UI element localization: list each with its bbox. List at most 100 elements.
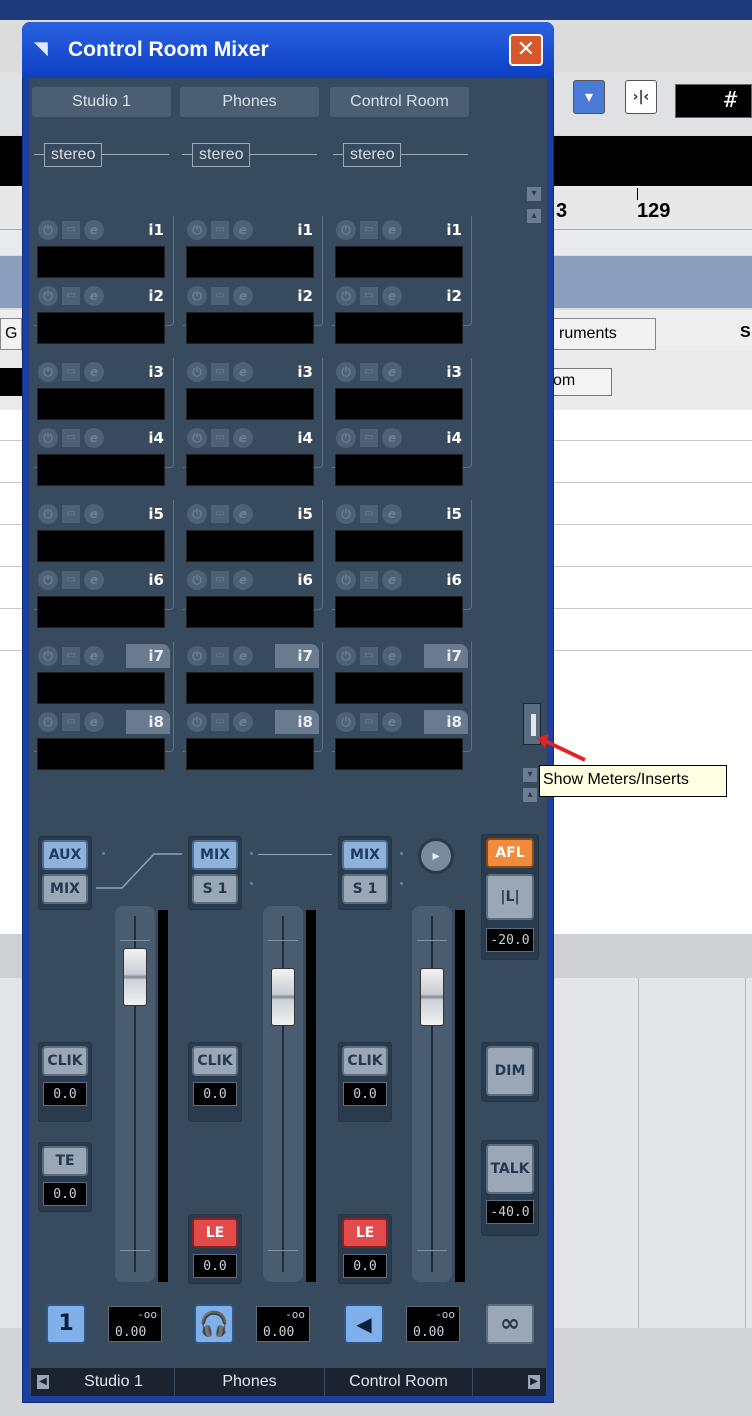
edit-icon[interactable]: e bbox=[84, 570, 104, 590]
edit-icon[interactable]: e bbox=[233, 362, 253, 382]
bypass-icon[interactable]: ▭ bbox=[360, 221, 378, 239]
listen-enable-button-control-room[interactable]: LE bbox=[342, 1218, 388, 1248]
bypass-icon[interactable]: ▭ bbox=[62, 571, 80, 589]
listen-enable-button-phones[interactable]: LE bbox=[192, 1218, 238, 1248]
clik-level-studio[interactable]: 0.0 bbox=[43, 1082, 87, 1106]
fader-knob-studio[interactable] bbox=[123, 948, 147, 1006]
toolbar-button-a[interactable]: ▾ bbox=[573, 80, 605, 114]
bypass-icon[interactable]: ▭ bbox=[211, 221, 229, 239]
te-button[interactable]: TE bbox=[42, 1146, 88, 1176]
insert-slot-3[interactable] bbox=[186, 388, 314, 420]
power-icon[interactable]: ⏻ bbox=[38, 286, 58, 306]
insert-slot-3[interactable] bbox=[37, 388, 165, 420]
speaker-icon[interactable]: ◀ bbox=[344, 1304, 384, 1344]
mix-button-control-room[interactable]: MIX bbox=[342, 840, 388, 870]
edit-icon[interactable]: e bbox=[382, 428, 402, 448]
talkback-button[interactable]: TALK bbox=[486, 1144, 534, 1194]
insert-slot-7[interactable] bbox=[37, 672, 165, 704]
power-icon[interactable]: ⏻ bbox=[336, 712, 356, 732]
insert-slot-4[interactable] bbox=[186, 454, 314, 486]
output-header-studio[interactable]: Studio 1 bbox=[32, 87, 171, 117]
background-button-om[interactable]: om bbox=[548, 368, 612, 396]
bypass-icon[interactable]: ▭ bbox=[211, 287, 229, 305]
power-icon[interactable]: ⏻ bbox=[38, 504, 58, 524]
edit-icon[interactable]: e bbox=[233, 646, 253, 666]
edit-icon[interactable]: e bbox=[382, 646, 402, 666]
insert-slot-6[interactable] bbox=[186, 596, 314, 628]
insert-slot-6[interactable] bbox=[37, 596, 165, 628]
clik-button-control-room[interactable]: CLIK bbox=[342, 1046, 388, 1076]
bypass-icon[interactable]: ▭ bbox=[360, 429, 378, 447]
edit-icon[interactable]: e bbox=[382, 504, 402, 524]
listen-level-control-room[interactable]: 0.0 bbox=[343, 1254, 387, 1278]
tab-instruments[interactable]: ruments bbox=[548, 318, 656, 350]
edit-icon[interactable]: e bbox=[233, 220, 253, 240]
bypass-icon[interactable]: ▭ bbox=[62, 363, 80, 381]
bypass-icon[interactable]: ▭ bbox=[360, 571, 378, 589]
bypass-icon[interactable]: ▭ bbox=[360, 647, 378, 665]
clik-level-control-room[interactable]: 0.0 bbox=[343, 1082, 387, 1106]
insert-slot-5[interactable] bbox=[37, 530, 165, 562]
bypass-icon[interactable]: ▭ bbox=[211, 363, 229, 381]
tab-right[interactable]: S bbox=[730, 318, 752, 350]
power-icon[interactable]: ⏻ bbox=[38, 570, 58, 590]
edit-icon[interactable]: e bbox=[382, 220, 402, 240]
power-icon[interactable]: ⏻ bbox=[187, 220, 207, 240]
fader-knob-phones[interactable] bbox=[271, 968, 295, 1026]
tab-left[interactable]: G bbox=[0, 318, 22, 350]
edit-icon[interactable]: e bbox=[233, 504, 253, 524]
insert-slot-3[interactable] bbox=[335, 388, 463, 420]
power-icon[interactable]: ⏻ bbox=[187, 504, 207, 524]
edit-icon[interactable]: e bbox=[84, 504, 104, 524]
bypass-icon[interactable]: ▭ bbox=[360, 287, 378, 305]
toolbar-button-b[interactable]: ›|‹ bbox=[625, 80, 657, 114]
insert-slot-5[interactable] bbox=[335, 530, 463, 562]
s1-button-phones[interactable]: S 1 bbox=[192, 874, 238, 904]
power-icon[interactable]: ⏻ bbox=[187, 712, 207, 732]
talkback-level[interactable]: -40.0 bbox=[486, 1200, 534, 1224]
power-icon[interactable]: ⏻ bbox=[38, 712, 58, 732]
bypass-icon[interactable]: ▭ bbox=[360, 713, 378, 731]
mix-button[interactable]: MIX bbox=[42, 874, 88, 904]
insert-slot-8[interactable] bbox=[37, 738, 165, 770]
bypass-icon[interactable]: ▭ bbox=[62, 429, 80, 447]
edit-icon[interactable]: e bbox=[233, 286, 253, 306]
bypass-icon[interactable]: ▭ bbox=[360, 363, 378, 381]
insert-slot-7[interactable] bbox=[186, 672, 314, 704]
bypass-icon[interactable]: ▭ bbox=[62, 287, 80, 305]
clik-level-phones[interactable]: 0.0 bbox=[193, 1082, 237, 1106]
insert-slot-5[interactable] bbox=[186, 530, 314, 562]
te-level[interactable]: 0.0 bbox=[43, 1182, 87, 1206]
scroll-down-arrow[interactable]: ▴ bbox=[527, 209, 541, 223]
insert-slot-2[interactable] bbox=[335, 312, 463, 344]
scroll-up-arrow-2[interactable]: ▴ bbox=[523, 788, 537, 802]
afl-level[interactable]: -20.0 bbox=[486, 928, 534, 952]
power-icon[interactable]: ⏻ bbox=[336, 220, 356, 240]
insert-slot-8[interactable] bbox=[335, 738, 463, 770]
edit-icon[interactable]: e bbox=[84, 362, 104, 382]
listen-level-phones[interactable]: 0.0 bbox=[193, 1254, 237, 1278]
power-icon[interactable]: ⏻ bbox=[336, 428, 356, 448]
scroll-up-arrow[interactable]: ▾ bbox=[527, 187, 541, 201]
studio-output-button[interactable]: 1 bbox=[46, 1304, 86, 1344]
dim-button[interactable]: DIM bbox=[486, 1046, 534, 1096]
insert-slot-8[interactable] bbox=[186, 738, 314, 770]
bypass-icon[interactable]: ▭ bbox=[62, 647, 80, 665]
edit-icon[interactable]: e bbox=[233, 570, 253, 590]
edit-icon[interactable]: e bbox=[233, 712, 253, 732]
edit-icon[interactable]: e bbox=[382, 570, 402, 590]
power-icon[interactable]: ⏻ bbox=[336, 362, 356, 382]
edit-icon[interactable]: e bbox=[84, 286, 104, 306]
power-icon[interactable]: ⏻ bbox=[38, 428, 58, 448]
power-icon[interactable]: ⏻ bbox=[187, 286, 207, 306]
insert-slot-1[interactable] bbox=[335, 246, 463, 278]
insert-slot-1[interactable] bbox=[37, 246, 165, 278]
insert-slot-2[interactable] bbox=[186, 312, 314, 344]
edit-icon[interactable]: e bbox=[84, 220, 104, 240]
output-header-control-room[interactable]: Control Room bbox=[330, 87, 469, 117]
power-icon[interactable]: ⏻ bbox=[187, 646, 207, 666]
edit-icon[interactable]: e bbox=[84, 428, 104, 448]
power-icon[interactable]: ⏻ bbox=[336, 570, 356, 590]
mix-button-phones[interactable]: MIX bbox=[192, 840, 238, 870]
fader-knob-control-room[interactable] bbox=[420, 968, 444, 1026]
